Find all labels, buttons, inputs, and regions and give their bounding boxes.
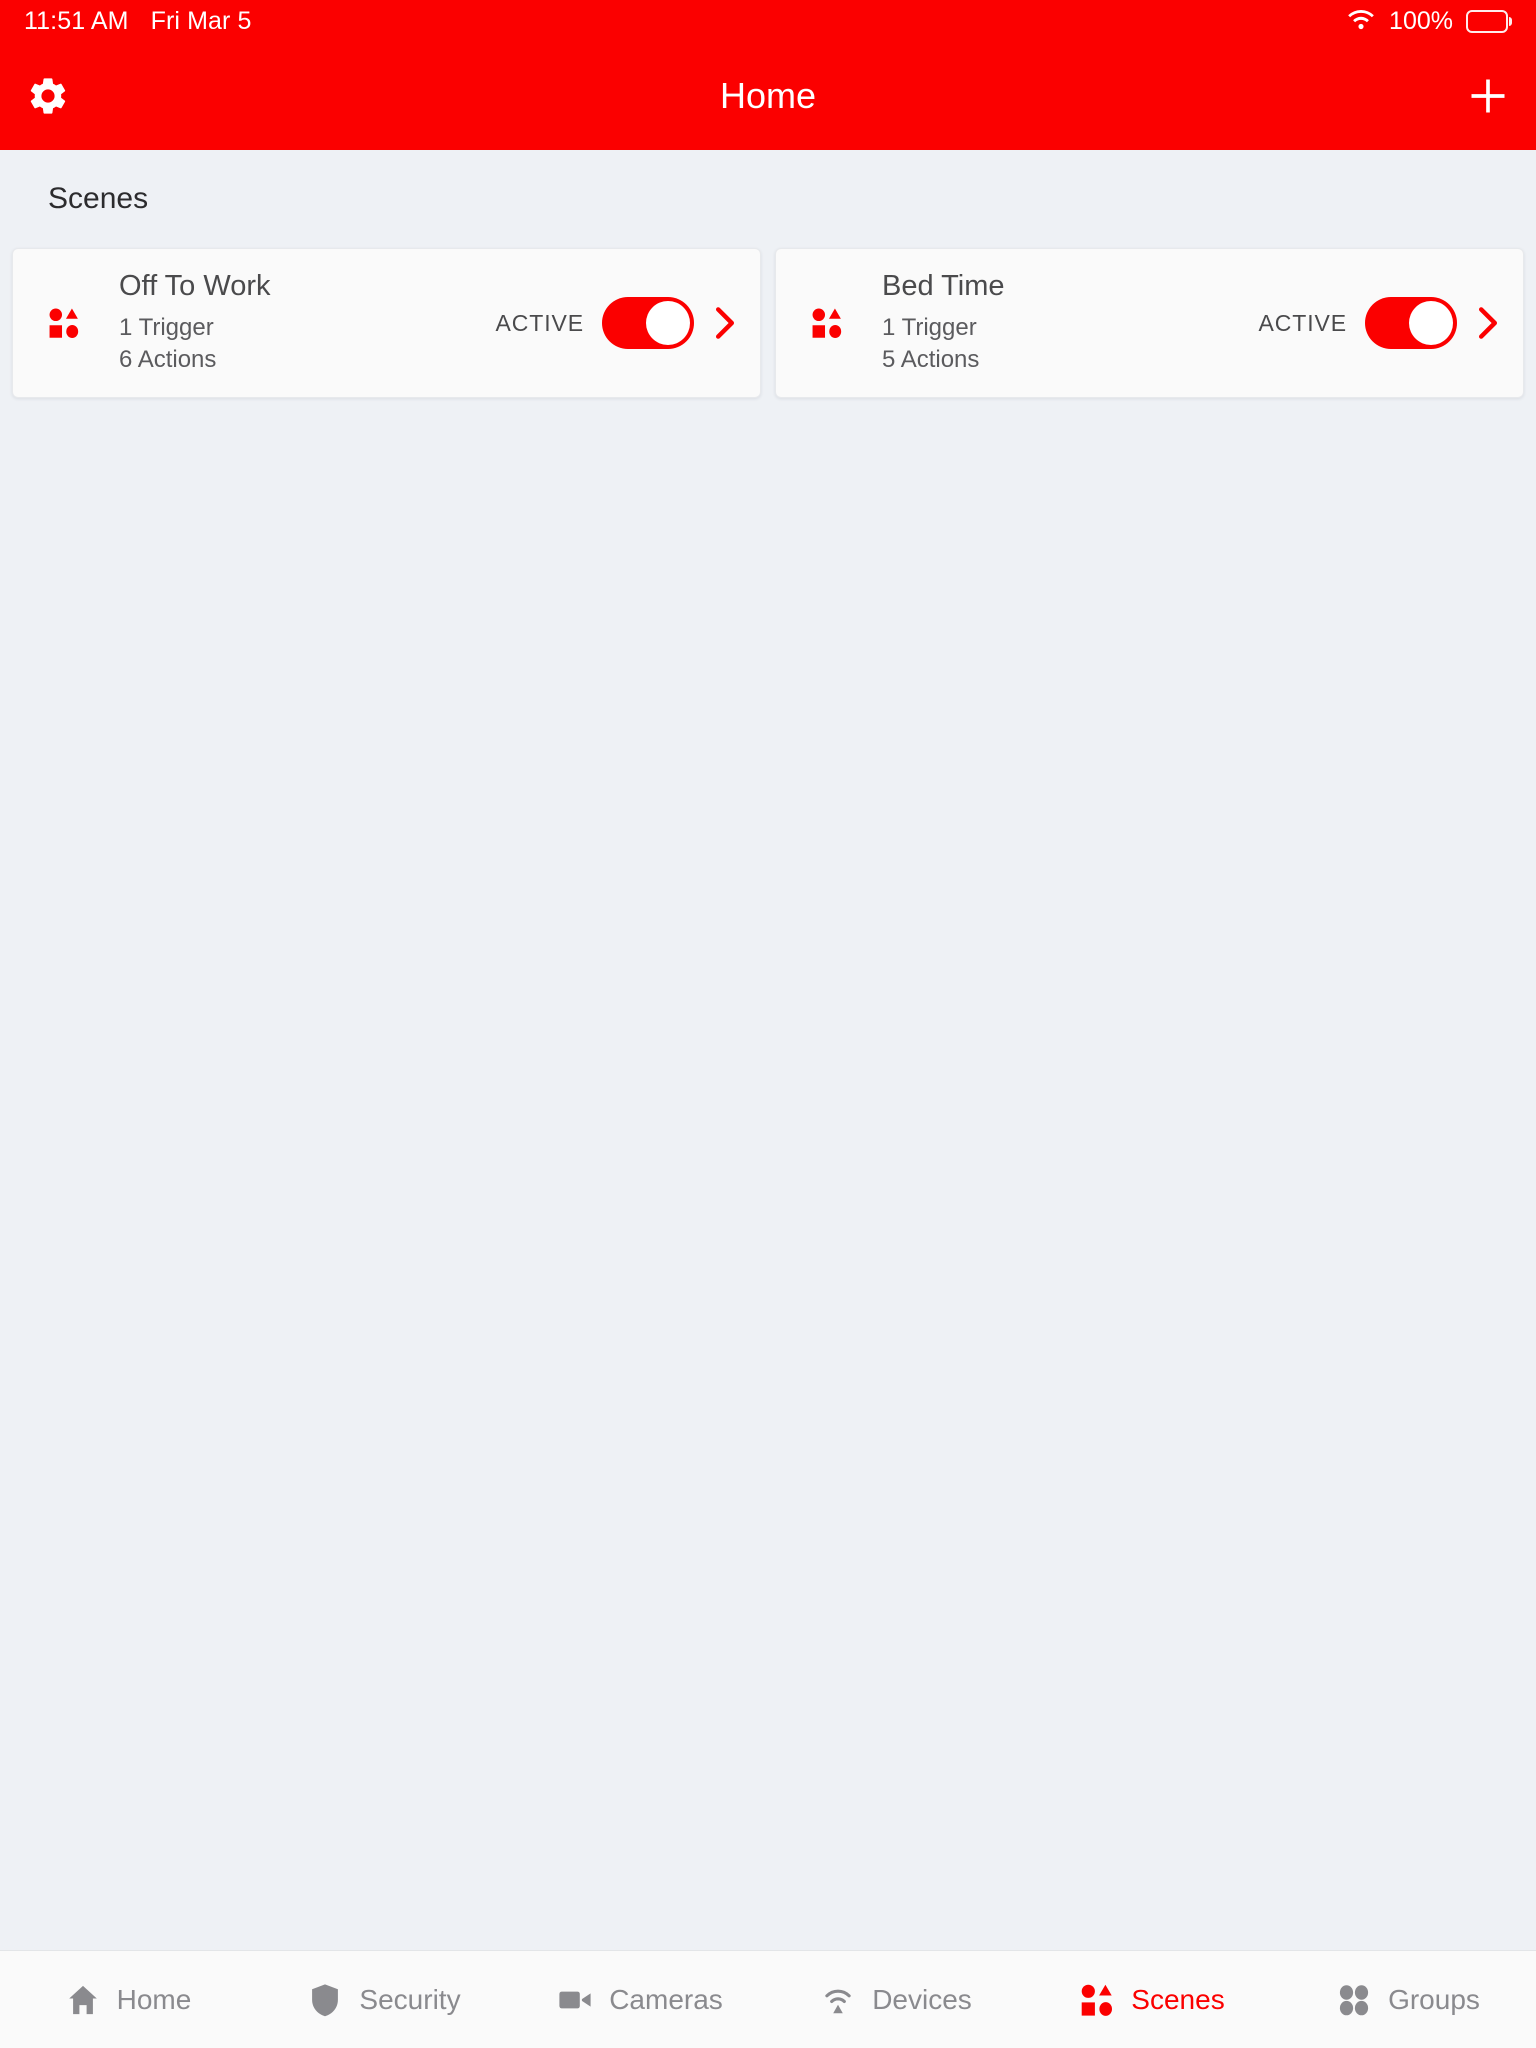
tab-groups[interactable]: Groups <box>1280 1951 1536 2048</box>
scene-actions: 5 Actions <box>882 345 980 373</box>
scene-triggers: 1 Trigger <box>119 313 214 341</box>
status-bar: 11:51 AM Fri Mar 5 100% <box>0 0 1536 42</box>
status-time: 11:51 AM <box>24 6 129 35</box>
nav-bar: Home <box>0 42 1536 150</box>
scene-card-bed-time[interactable]: Bed Time 1 Trigger 5 Actions ACTIVE <box>775 248 1524 398</box>
main-content: Scenes Off To Work 1 Trigger 6 Actions A… <box>0 150 1536 1950</box>
scenes-list: Off To Work 1 Trigger 6 Actions ACTIVE B… <box>0 216 1536 398</box>
app-screen: 11:51 AM Fri Mar 5 100% Home Scenes Off … <box>0 0 1536 2048</box>
add-button[interactable] <box>1466 74 1510 118</box>
scenes-shapes-icon <box>49 308 79 339</box>
tab-bar: Home Security Cameras Devices Scenes Gro… <box>0 1950 1536 2048</box>
scene-controls: ACTIVE <box>1259 297 1501 349</box>
status-bar-right: 100% <box>1346 7 1512 36</box>
tab-label: Cameras <box>609 1983 723 2015</box>
tab-cameras[interactable]: Cameras <box>512 1951 768 2048</box>
plus-icon <box>1471 79 1505 113</box>
battery-percent: 100% <box>1389 6 1453 35</box>
tab-label: Scenes <box>1131 1983 1225 2015</box>
status-date: Fri Mar 5 <box>150 6 252 35</box>
scene-toggle[interactable] <box>602 297 694 349</box>
scene-name: Off To Work <box>119 270 271 303</box>
gear-icon <box>30 78 66 114</box>
chevron-right-icon[interactable] <box>712 306 738 340</box>
status-bar-left: 11:51 AM Fri Mar 5 <box>24 7 251 36</box>
scene-name: Bed Time <box>882 270 1005 303</box>
scenes-shapes-icon <box>1081 1984 1113 2016</box>
scene-actions: 6 Actions <box>119 345 217 373</box>
tab-devices[interactable]: Devices <box>768 1951 1024 2048</box>
house-icon <box>68 1985 97 2014</box>
video-camera-icon <box>559 1991 591 2008</box>
shield-icon <box>312 1983 339 2016</box>
wifi-signal-icon <box>825 1989 851 2013</box>
chevron-right-icon[interactable] <box>1475 306 1501 340</box>
scene-state-label: ACTIVE <box>1258 309 1347 336</box>
scenes-shapes-icon <box>812 308 842 339</box>
tab-label: Devices <box>872 1983 972 2015</box>
scene-triggers: 1 Trigger <box>882 313 977 341</box>
scene-toggle[interactable] <box>1365 297 1457 349</box>
tab-label: Home <box>116 1983 192 2015</box>
tab-scenes[interactable]: Scenes <box>1024 1951 1280 2048</box>
battery-full-icon <box>1466 9 1512 33</box>
scene-state-label: ACTIVE <box>495 309 584 336</box>
tab-home[interactable]: Home <box>0 1951 256 2048</box>
scene-text: Off To Work 1 Trigger 6 Actions <box>119 270 496 375</box>
tab-label: Security <box>359 1983 461 2015</box>
groups-dots-icon <box>1339 1984 1369 2015</box>
wifi-icon <box>1348 10 1374 30</box>
page-title: Home <box>719 75 817 116</box>
tab-security[interactable]: Security <box>256 1951 512 2048</box>
tab-label: Groups <box>1388 1983 1480 2015</box>
scene-card-off-to-work[interactable]: Off To Work 1 Trigger 6 Actions ACTIVE <box>12 248 761 398</box>
settings-button[interactable] <box>26 74 70 118</box>
scene-controls: ACTIVE <box>496 297 738 349</box>
scenes-section-title: Scenes <box>48 182 149 215</box>
scene-text: Bed Time 1 Trigger 5 Actions <box>882 270 1259 375</box>
